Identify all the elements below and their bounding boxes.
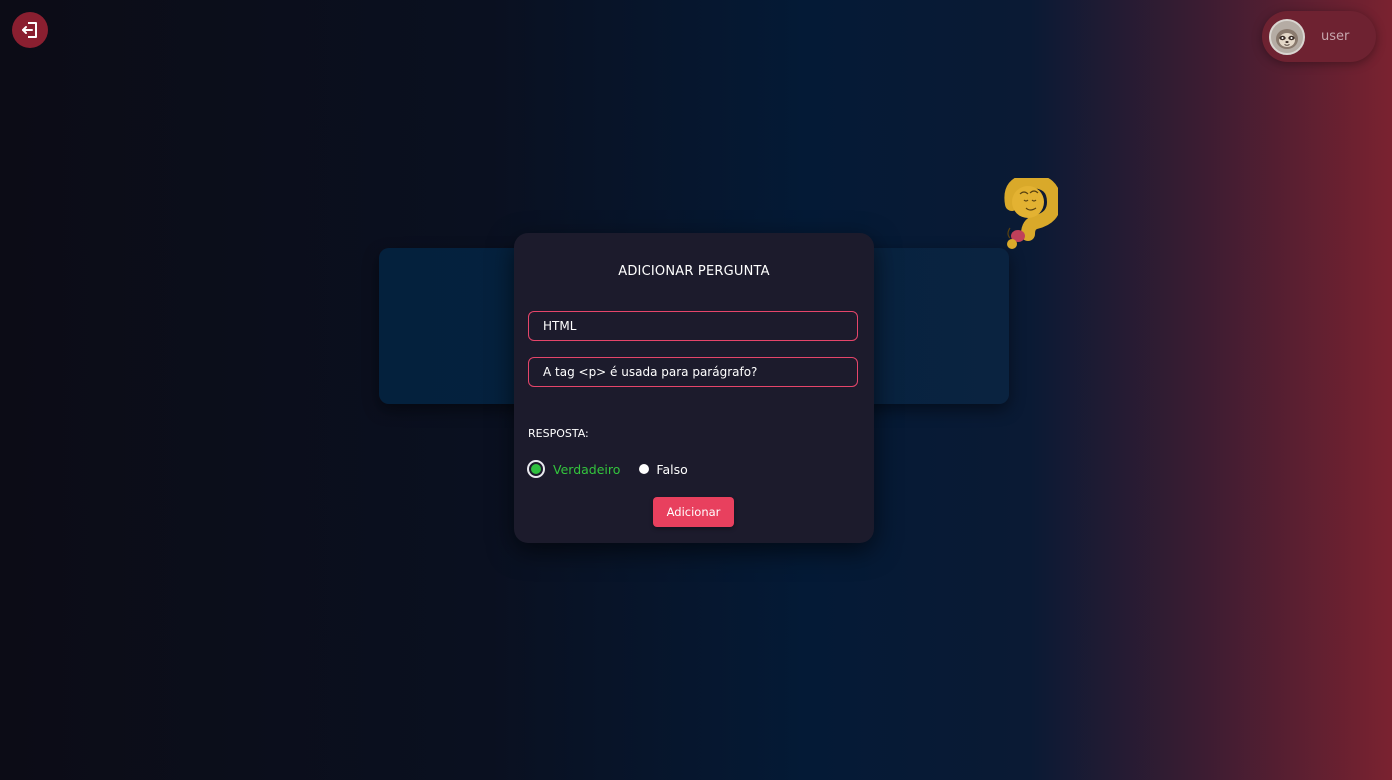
- radio-true[interactable]: [527, 460, 545, 478]
- question-input[interactable]: [528, 357, 858, 387]
- question-mark-mascot-icon: [1004, 178, 1058, 249]
- logout-button[interactable]: [12, 12, 48, 48]
- sloth-avatar-icon: [1271, 20, 1303, 53]
- radio-selected-dot: [531, 464, 541, 474]
- radio-false[interactable]: [639, 464, 650, 474]
- topic-input[interactable]: [528, 311, 858, 341]
- logout-icon: [22, 22, 37, 38]
- user-profile-button[interactable]: user: [1262, 11, 1376, 62]
- answer-options: Verdadeiro Falso: [527, 460, 688, 478]
- modal-title: ADICIONAR PERGUNTA: [618, 264, 770, 279]
- radio-false-label[interactable]: Falso: [656, 462, 687, 477]
- answer-label: RESPOSTA:: [528, 427, 589, 440]
- add-button[interactable]: Adicionar: [653, 497, 734, 527]
- radio-true-label[interactable]: Verdadeiro: [553, 462, 620, 477]
- user-name: user: [1321, 29, 1350, 44]
- avatar: [1269, 18, 1305, 55]
- add-question-modal: ADICIONAR PERGUNTA RESPOSTA: Verdadeiro …: [514, 233, 874, 543]
